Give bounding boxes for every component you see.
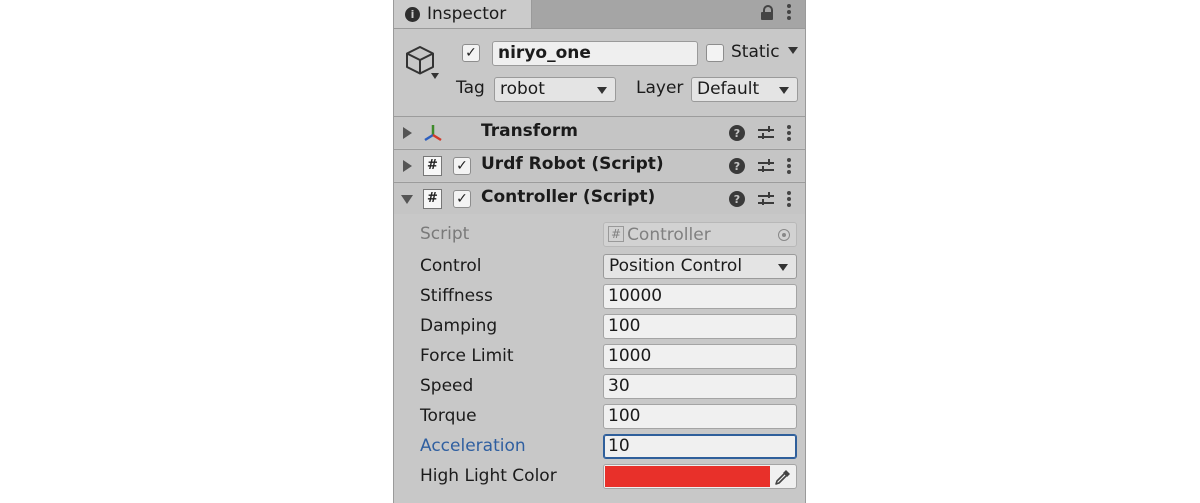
component-actions: ? [729,124,791,142]
kebab-menu-icon[interactable] [787,3,791,21]
torque-label: Torque [420,406,477,426]
component-enabled-checkbox[interactable]: ✓ [453,157,471,175]
acceleration-label: Acceleration [420,436,526,456]
object-name-input[interactable]: niryo_one [492,41,698,66]
tab-title: Inspector [427,4,507,24]
script-value: Controller [627,225,711,245]
script-label: Script [420,224,470,244]
static-checkbox[interactable] [706,44,724,62]
sliders-icon[interactable] [758,125,774,141]
component-enabled-checkbox[interactable]: ✓ [453,190,471,208]
chevron-down-icon [779,87,789,94]
script-hash-icon: # [608,226,625,242]
sliders-icon[interactable] [758,158,774,174]
script-hash-icon: # [423,156,442,176]
help-icon[interactable]: ? [729,191,745,207]
kebab-menu-icon[interactable] [787,124,791,142]
lock-icon[interactable] [761,3,773,21]
kebab-menu-icon[interactable] [787,190,791,208]
layer-value: Default [697,79,760,99]
force-limit-input[interactable]: 1000 [603,344,797,369]
kebab-menu-icon[interactable] [787,157,791,175]
tab-strip: i Inspector [394,0,805,29]
tag-value: robot [500,79,545,99]
component-actions: ? [729,190,791,208]
info-icon: i [405,6,420,22]
tag-dropdown[interactable]: robot [494,77,616,102]
component-actions: ? [729,157,791,175]
acceleration-input[interactable]: 10 [603,434,797,459]
static-label: Static [731,42,780,62]
component-urdf-robot[interactable]: # ✓ Urdf Robot (Script) ? [394,149,805,181]
help-icon[interactable]: ? [729,125,745,141]
chevron-down-icon [788,47,799,54]
active-checkbox[interactable]: ✓ [462,44,480,62]
damping-input[interactable]: 100 [603,314,797,339]
inspector-panel: i Inspector ✓ niryo_one Static Tag robot… [393,0,806,503]
highlight-color-field[interactable] [603,464,797,489]
component-controller[interactable]: # ✓ Controller (Script) ? [394,182,805,214]
chevron-down-icon [778,264,788,271]
foldout-arrow-icon[interactable] [403,127,412,139]
component-transform[interactable]: Transform ? [394,116,805,148]
tag-label: Tag [456,78,485,98]
highlight-color-swatch[interactable] [605,466,770,487]
foldout-arrow-icon[interactable] [401,195,413,204]
script-hash-icon: # [423,189,442,209]
component-title: Transform [481,121,578,141]
control-dropdown[interactable]: Position Control [603,254,797,279]
control-value: Position Control [609,256,743,276]
eyedropper-icon[interactable] [774,468,792,486]
transform-axes-icon [424,125,442,142]
tab-inspector[interactable]: i Inspector [394,0,532,28]
object-picker-icon [778,229,790,241]
help-icon[interactable]: ? [729,158,745,174]
control-label: Control [420,256,482,276]
stiffness-input[interactable]: 10000 [603,284,797,309]
sliders-icon[interactable] [758,191,774,207]
stiffness-label: Stiffness [420,286,493,306]
speed-input[interactable]: 30 [603,374,797,399]
highlight-color-label: High Light Color [420,466,557,486]
script-field: # Controller [603,222,797,247]
damping-label: Damping [420,316,498,336]
component-title: Controller (Script) [481,187,656,207]
static-dropdown[interactable]: Static [731,42,799,62]
speed-label: Speed [420,376,474,396]
torque-input[interactable]: 100 [603,404,797,429]
tab-actions [761,3,791,21]
chevron-down-icon [597,87,607,94]
layer-dropdown[interactable]: Default [691,77,798,102]
layer-label: Layer [636,78,684,98]
component-title: Urdf Robot (Script) [481,154,664,174]
foldout-arrow-icon[interactable] [403,160,412,172]
force-limit-label: Force Limit [420,346,514,366]
cube-icon[interactable] [404,44,436,76]
chevron-down-icon[interactable] [431,73,439,79]
